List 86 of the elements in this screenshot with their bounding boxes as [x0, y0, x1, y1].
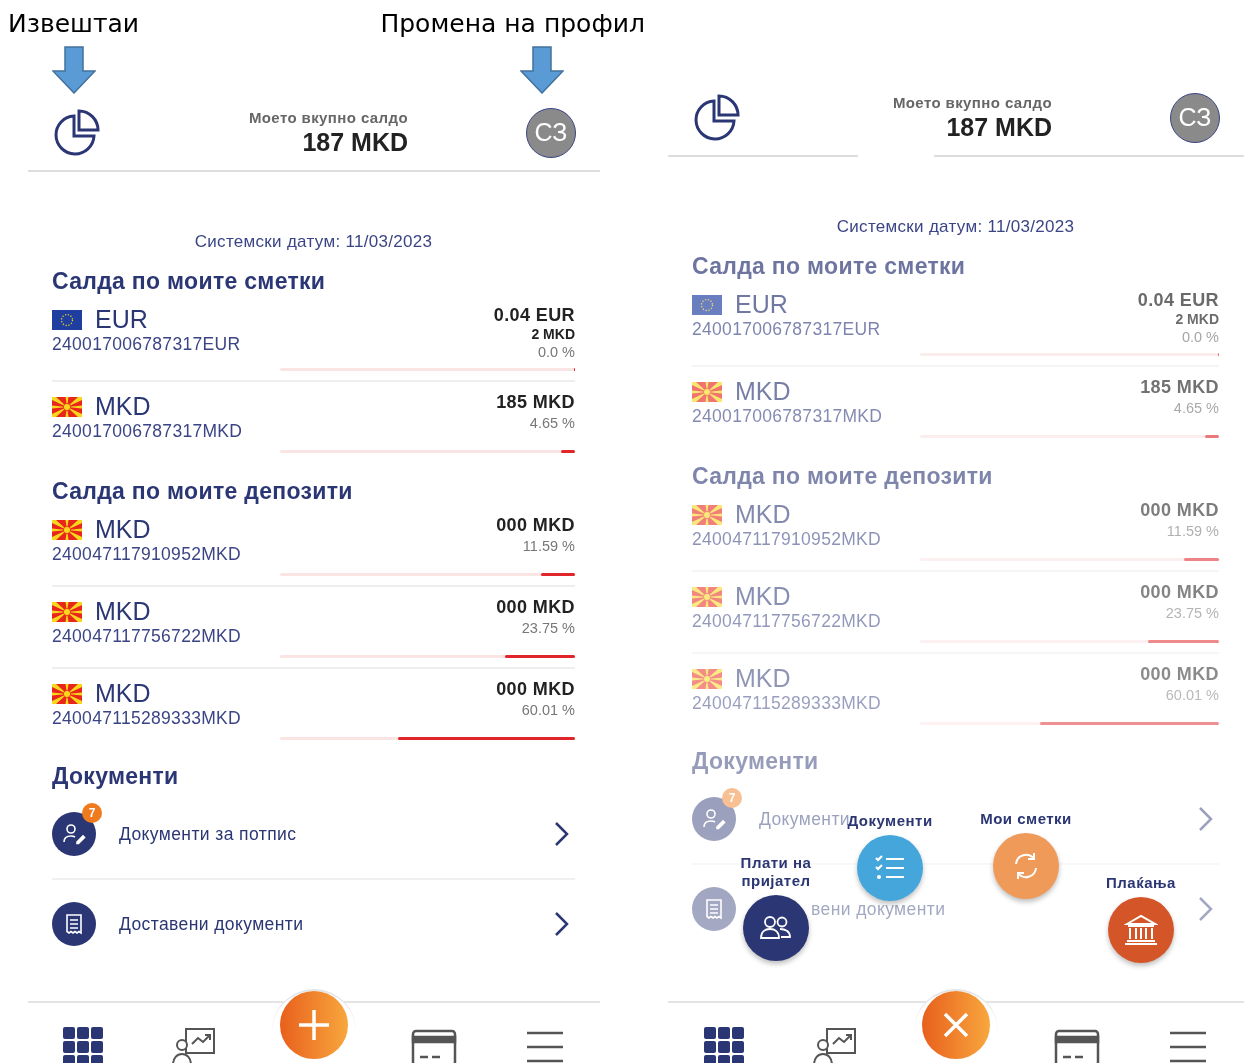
account-number: 240017006787317MKD — [52, 421, 243, 442]
section-title: Салда по моите сметки — [692, 253, 967, 280]
card-icon[interactable] — [411, 1027, 458, 1063]
profile-avatar[interactable]: СЗ — [1170, 92, 1220, 143]
people-icon — [760, 914, 792, 942]
document-link[interactable]: Документи за потпис — [119, 823, 297, 845]
share-percent: 60.01 % — [1165, 687, 1219, 703]
account-number: 240017006787317MKD — [692, 406, 883, 427]
total-balance: 187 MKD — [302, 127, 408, 157]
currency-code: MKD — [735, 500, 791, 529]
chevron-right-icon[interactable] — [554, 821, 570, 847]
apps-grid-icon[interactable] — [63, 1027, 104, 1063]
profile-avatar[interactable]: СЗ — [526, 107, 576, 158]
close-icon — [942, 1011, 970, 1039]
balance-title: Моето вкупно салдо — [248, 108, 408, 126]
section-title: Салда по моите депозити — [692, 463, 994, 490]
share-percent: 4.65 % — [1173, 400, 1219, 416]
currency-code: EUR — [95, 305, 148, 334]
document-link[interactable]: Доставени документи — [119, 913, 304, 935]
apps-grid-icon[interactable] — [703, 1027, 744, 1063]
account-number: 240047117910952MKD — [692, 529, 881, 550]
card-icon[interactable] — [1054, 1027, 1101, 1063]
account-number: 240047117756722MKD — [52, 626, 241, 647]
presentation-icon[interactable] — [171, 1027, 216, 1063]
share-percent: 60.01 % — [521, 702, 575, 718]
amount-converted: 2 MKD — [1175, 311, 1219, 327]
chevron-right-icon[interactable] — [554, 911, 570, 937]
share-percent: 4.65 % — [529, 415, 575, 431]
amount: 000 MKD — [496, 679, 575, 700]
amount: 185 MKD — [496, 392, 575, 413]
balance-title: Моето вкупно салдо — [892, 93, 1052, 111]
share-percent: 23.75 % — [1165, 605, 1219, 621]
total-balance: 187 MKD — [946, 112, 1052, 142]
section-title: Документи — [52, 763, 180, 790]
presentation-icon[interactable] — [812, 1027, 857, 1063]
document-link[interactable]: вени документи — [811, 898, 946, 920]
account-number: 240047117756722MKD — [692, 611, 881, 632]
amount: 185 MKD — [1140, 377, 1219, 398]
share-percent: 11.59 % — [522, 538, 575, 554]
account-number: 240047117910952MKD — [52, 544, 241, 565]
action-label: Плати на пријател — [739, 854, 813, 890]
action-button[interactable] — [743, 895, 809, 961]
share-percent: 11.59 % — [1166, 523, 1219, 539]
currency-code: MKD — [95, 392, 151, 421]
amount: 000 MKD — [496, 515, 575, 536]
bank-icon — [1124, 914, 1158, 946]
receipt-icon[interactable] — [52, 902, 96, 946]
amount: 000 MKD — [1140, 664, 1219, 685]
account-number: 240017006787317EUR — [52, 334, 241, 355]
section-title: Документи — [692, 748, 820, 775]
currency-code: MKD — [735, 664, 791, 693]
amount: 000 MKD — [1140, 500, 1219, 521]
amount: 0.04 EUR — [1137, 290, 1219, 311]
currency-code: EUR — [735, 290, 788, 319]
share-percent: 0.0 % — [1181, 329, 1219, 345]
annotation-label: Извештаи — [8, 8, 140, 40]
currency-code: MKD — [735, 582, 791, 611]
share-percent: 0.0 % — [537, 344, 575, 360]
action-label: Мои сметки — [979, 810, 1073, 828]
section-title: Салда по моите сметки — [52, 268, 327, 295]
amount-converted: 2 MKD — [531, 326, 575, 342]
count-badge: 7 — [722, 788, 742, 808]
system-date: Системски датум: 11/03/2023 — [836, 217, 1075, 237]
action-label: Плаќања — [1105, 874, 1177, 892]
account-number: 240047115289333MKD — [52, 708, 241, 729]
arrow-down-icon — [51, 46, 96, 94]
currency-code: MKD — [95, 597, 151, 626]
account-number: 240017006787317EUR — [692, 319, 881, 340]
currency-code: MKD — [95, 515, 151, 544]
currency-code: MKD — [735, 377, 791, 406]
system-date: Системски датум: 11/03/2023 — [194, 232, 433, 252]
amount: 000 MKD — [1140, 582, 1219, 603]
count-badge: 7 — [82, 803, 102, 823]
account-number: 240047115289333MKD — [692, 693, 881, 714]
amount: 0.04 EUR — [493, 305, 575, 326]
share-percent: 23.75 % — [521, 620, 575, 636]
currency-code: MKD — [95, 679, 151, 708]
arrow-down-icon — [520, 46, 564, 94]
annotation-label: Промена на профил — [380, 8, 645, 40]
plus-icon — [298, 1009, 330, 1041]
amount: 000 MKD — [496, 597, 575, 618]
document-link[interactable]: Документи — [759, 808, 850, 830]
pie-chart-icon[interactable] — [52, 107, 102, 158]
pie-chart-icon[interactable] — [692, 92, 742, 143]
checklist-icon — [874, 854, 906, 882]
section-title: Салда по моите депозити — [52, 478, 354, 505]
